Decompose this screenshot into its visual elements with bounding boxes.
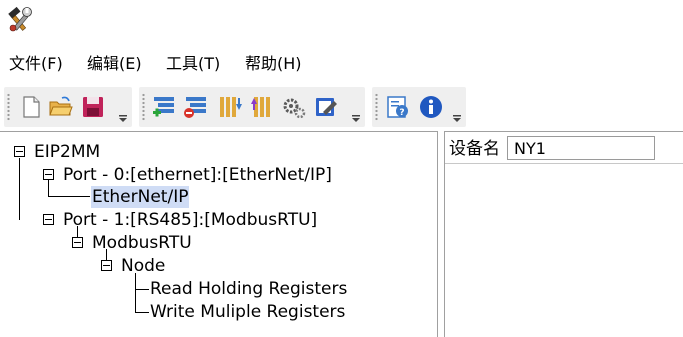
collapse-port0-icon[interactable] xyxy=(43,169,54,180)
tools-app-icon xyxy=(6,6,34,34)
tree-node-port1[interactable]: Port - 1:[RS485]:[ModbusRTU] xyxy=(63,209,317,231)
menu-edit[interactable]: 编辑(E) xyxy=(87,53,142,75)
open-folder-icon[interactable] xyxy=(48,94,74,120)
tree-node-eip2mm[interactable]: EIP2MM xyxy=(34,141,100,163)
tree-connector xyxy=(135,289,149,290)
help-doc-icon[interactable]: ? xyxy=(384,94,410,120)
device-tree[interactable]: EIP2MM Port - 0:[ethernet]:[EtherNet/IP]… xyxy=(0,131,438,337)
toolbar-overflow-icon[interactable] xyxy=(452,115,462,123)
toolbar-overflow-icon[interactable] xyxy=(118,115,128,123)
device-name-label: 设备名 xyxy=(449,139,500,159)
move-down-icon[interactable] xyxy=(217,94,243,120)
device-name-row: 设备名 xyxy=(445,132,683,164)
add-row-icon[interactable] xyxy=(151,94,177,120)
settings-gears-icon[interactable] xyxy=(281,94,307,120)
tree-connector xyxy=(19,158,20,220)
svg-text:?: ? xyxy=(399,108,404,118)
toolbar-overflow-icon[interactable] xyxy=(351,115,361,123)
toolbar-grip[interactable] xyxy=(7,93,10,121)
tree-connector xyxy=(135,312,149,313)
menu-help[interactable]: 帮助(H) xyxy=(245,53,302,75)
info-icon[interactable] xyxy=(418,94,444,120)
collapse-modbusrtu-icon[interactable] xyxy=(72,237,83,248)
edit-icon[interactable] xyxy=(313,94,339,120)
tree-node-write-multiple-registers[interactable]: Write Muliple Registers xyxy=(150,301,345,323)
tree-connector xyxy=(135,273,136,312)
remove-row-icon[interactable] xyxy=(183,94,209,120)
tree-connector xyxy=(48,196,90,197)
menu-bar: 文件(F) 编辑(E) 工具(T) 帮助(H) xyxy=(0,49,683,81)
toolbar-grip[interactable] xyxy=(142,93,145,121)
tree-connector xyxy=(48,180,49,196)
tree-node-port0[interactable]: Port - 0:[ethernet]:[EtherNet/IP] xyxy=(63,164,332,186)
menu-tools[interactable]: 工具(T) xyxy=(166,53,220,75)
save-icon[interactable] xyxy=(80,94,106,120)
collapse-node-icon[interactable] xyxy=(101,260,112,271)
title-bar xyxy=(0,0,683,40)
menu-file[interactable]: 文件(F) xyxy=(9,53,63,75)
move-up-icon[interactable] xyxy=(249,94,275,120)
collapse-root-icon[interactable] xyxy=(14,146,25,157)
toolbar-group-file xyxy=(4,87,132,127)
toolbar-grip[interactable] xyxy=(375,93,378,121)
property-panel: 设备名 xyxy=(444,131,683,337)
tree-node-node[interactable]: Node xyxy=(121,255,165,277)
toolbar: ? xyxy=(0,85,683,131)
toolbar-group-help: ? xyxy=(372,87,466,127)
tree-node-ethernetip[interactable]: EtherNet/IP xyxy=(91,186,190,208)
tree-node-modbusrtu[interactable]: ModbusRTU xyxy=(92,232,192,254)
toolbar-group-edit xyxy=(139,87,365,127)
collapse-port1-icon[interactable] xyxy=(43,214,54,225)
new-file-icon[interactable] xyxy=(18,94,44,120)
device-name-field[interactable] xyxy=(507,136,655,160)
tree-node-read-holding-registers[interactable]: Read Holding Registers xyxy=(150,278,347,300)
